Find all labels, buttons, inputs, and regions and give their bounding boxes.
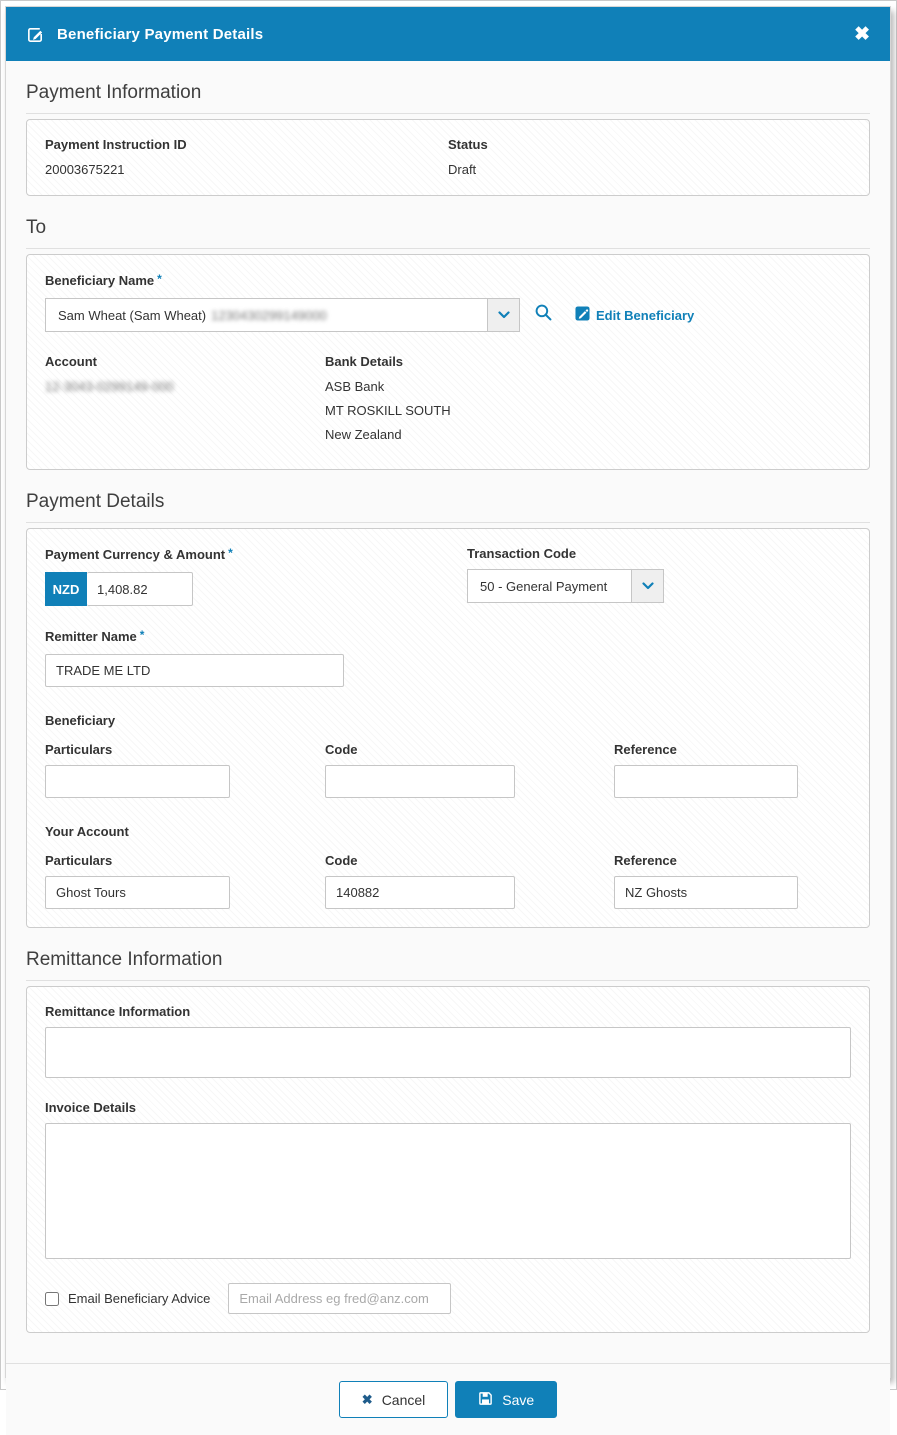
search-icon (534, 303, 553, 327)
cancel-x-icon: ✖ (361, 1391, 373, 1407)
transaction-code-value: 50 - General Payment (480, 578, 608, 594)
your-account-particulars-label: Particulars (45, 853, 113, 868)
save-button[interactable]: Save (455, 1381, 558, 1418)
beneficiary-name-text: Sam Wheat (Sam Wheat) (58, 307, 207, 323)
your-account-code-input[interactable] (325, 876, 515, 909)
bank-details-label: Bank Details (325, 354, 404, 369)
your-account-group-label: Your Account (45, 824, 129, 839)
to-card: Beneficiary Name * Sam Wheat (Sam Wheat) … (26, 254, 870, 470)
beneficiary-number-masked: 1230430299149000 (211, 307, 327, 323)
required-asterisk: * (157, 272, 162, 286)
email-beneficiary-advice-label: Email Beneficiary Advice (68, 1291, 211, 1306)
edit-pencil-square-icon (26, 25, 45, 44)
beneficiary-group-label: Beneficiary (45, 713, 116, 728)
chevron-down-icon (641, 577, 654, 595)
beneficiary-dropdown-button[interactable] (487, 298, 520, 332)
status-label: Status (448, 137, 488, 152)
modal-title: Beneficiary Payment Details (57, 25, 264, 43)
edit-beneficiary-label: Edit Beneficiary (596, 307, 695, 323)
your-account-code-label: Code (325, 853, 358, 868)
your-account-particulars-input[interactable] (45, 876, 230, 909)
required-asterisk: * (228, 546, 233, 560)
beneficiary-code-input[interactable] (325, 765, 515, 798)
modal-footer: ✖ Cancel Save (6, 1363, 890, 1435)
beneficiary-payment-details-modal: Beneficiary Payment Details ✖ Payment In… (5, 6, 891, 1435)
payment-instruction-id-label: Payment Instruction ID (45, 137, 187, 152)
payment-instruction-id-value: 20003675221 (45, 162, 125, 177)
remittance-card: Remittance Information Invoice Details E… (26, 986, 870, 1333)
beneficiary-particulars-label: Particulars (45, 742, 113, 757)
remitter-name-input[interactable] (45, 654, 344, 687)
transaction-code-label: Transaction Code (467, 546, 577, 561)
account-label: Account (45, 354, 97, 369)
section-title-payment-information: Payment Information (26, 82, 870, 114)
modal-body: Payment Information Payment Instruction … (6, 61, 890, 1333)
save-button-label: Save (502, 1391, 535, 1408)
edit-beneficiary-link[interactable]: Edit Beneficiary (575, 306, 694, 324)
section-title-remittance-information: Remittance Information (26, 949, 870, 981)
cancel-button[interactable]: ✖ Cancel (338, 1381, 449, 1418)
bank-country: New Zealand (325, 427, 402, 442)
beneficiary-reference-label: Reference (614, 742, 677, 757)
account-value-masked: 12-3043-0299149-000 (45, 379, 174, 394)
amount-input[interactable] (87, 572, 193, 606)
chevron-down-icon (497, 306, 510, 324)
cancel-button-label: Cancel (381, 1391, 426, 1408)
close-icon[interactable]: ✖ (854, 25, 870, 44)
your-account-reference-label: Reference (614, 853, 677, 868)
transaction-code-select[interactable]: 50 - General Payment (467, 569, 664, 603)
email-address-input[interactable] (228, 1283, 452, 1314)
modal-header: Beneficiary Payment Details ✖ (6, 7, 890, 61)
beneficiary-code-label: Code (325, 742, 358, 757)
save-floppy-icon (478, 1391, 493, 1409)
email-beneficiary-advice-checkbox[interactable] (45, 1291, 59, 1306)
beneficiary-particulars-input[interactable] (45, 765, 230, 798)
currency-badge: NZD (45, 572, 87, 606)
section-title-to: To (26, 217, 870, 249)
beneficiary-name-label: Beneficiary Name (45, 273, 155, 288)
invoice-details-label: Invoice Details (45, 1100, 137, 1115)
payment-information-card: Payment Instruction ID 20003675221 Statu… (26, 119, 870, 196)
payment-details-card: Payment Currency & Amount* NZD Transacti… (26, 528, 870, 928)
remittance-information-label: Remittance Information (45, 1004, 191, 1019)
beneficiary-name-select[interactable]: Sam Wheat (Sam Wheat) 1230430299149000 (45, 298, 520, 332)
search-beneficiary-button[interactable] (534, 303, 553, 327)
section-title-payment-details: Payment Details (26, 491, 870, 523)
your-account-reference-input[interactable] (614, 876, 798, 909)
transaction-code-dropdown-button[interactable] (631, 569, 664, 603)
edit-beneficiary-icon (575, 306, 590, 324)
currency-amount-label: Payment Currency & Amount (45, 547, 226, 562)
status-value: Draft (448, 162, 477, 177)
bank-name: ASB Bank (325, 379, 385, 394)
invoice-details-textarea[interactable] (45, 1123, 851, 1259)
bank-branch: MT ROSKILL SOUTH (325, 403, 451, 418)
remittance-information-textarea[interactable] (45, 1027, 851, 1078)
required-asterisk: * (139, 628, 145, 642)
remitter-name-label: Remitter Name (45, 629, 137, 644)
beneficiary-reference-input[interactable] (614, 765, 798, 798)
